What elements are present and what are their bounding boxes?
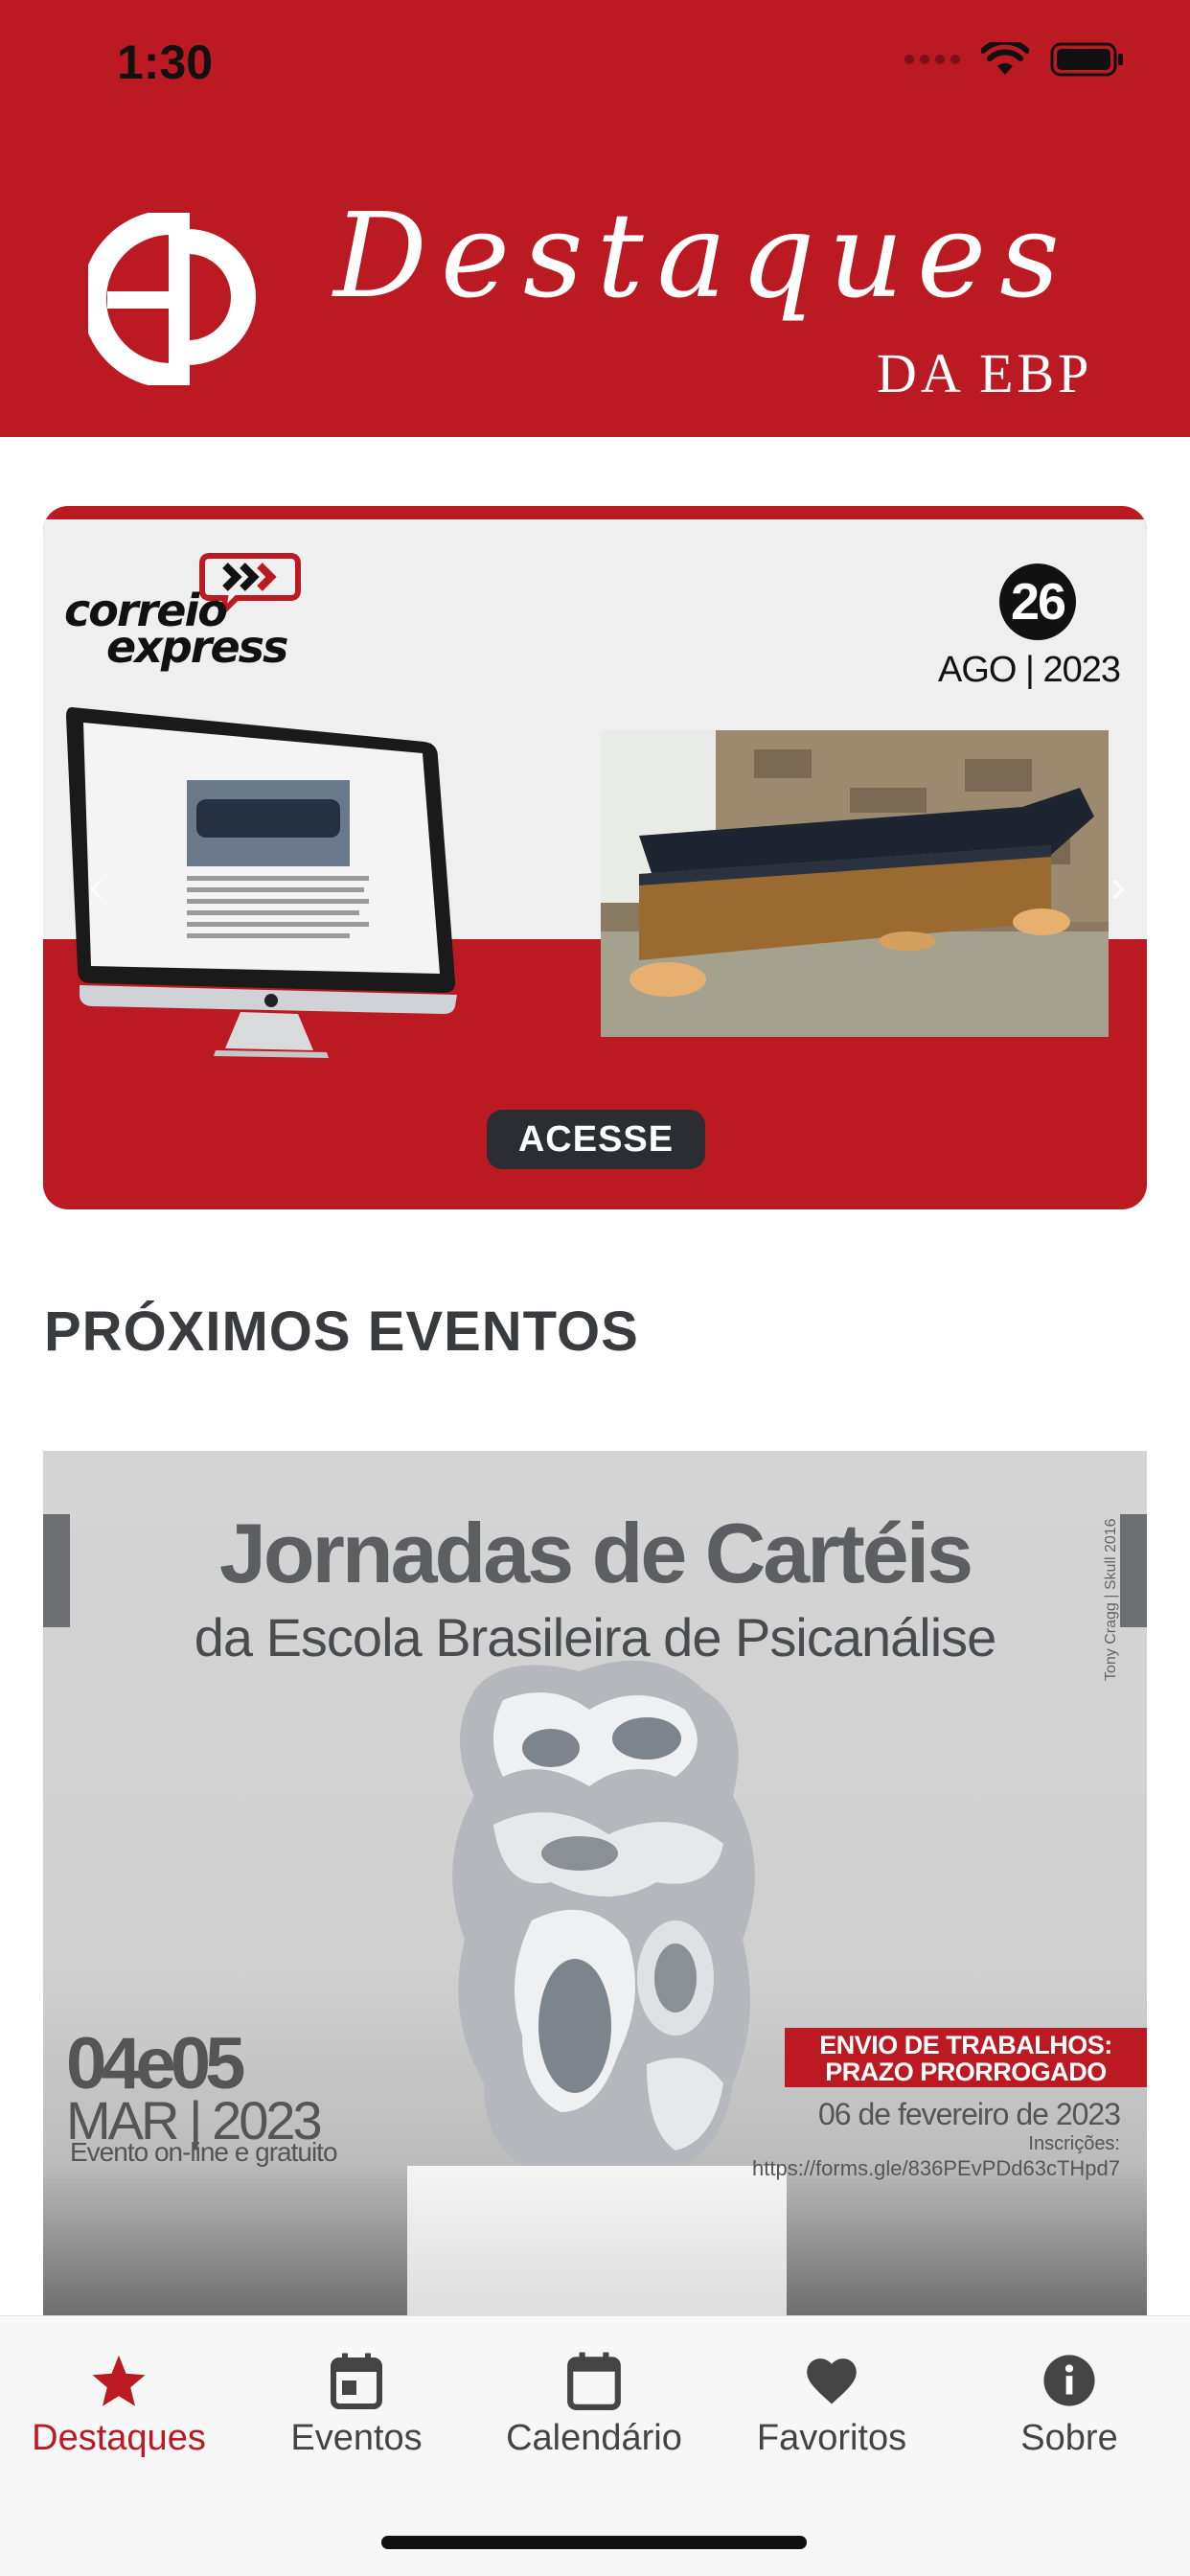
tab-label: Destaques bbox=[32, 2418, 206, 2458]
highlight-banner[interactable]: correio express 26 AGO | 2023 ‹ › ACESSE bbox=[43, 506, 1147, 1209]
banner-brand-line2: express bbox=[106, 621, 288, 673]
app-logo-title: Destaques bbox=[333, 188, 1073, 324]
event-card[interactable]: Jornadas de Cartéis da Escola Brasileira… bbox=[43, 1451, 1147, 2317]
carousel-next-icon[interactable]: › bbox=[1110, 861, 1126, 913]
event-deadline: 06 de fevereiro de 2023 bbox=[817, 2097, 1121, 2131]
event-format: Evento on-line e gratuito bbox=[70, 2137, 338, 2167]
couch-photo bbox=[601, 730, 1109, 1037]
banner-month-year: AGO | 2023 bbox=[938, 650, 1121, 690]
heart-icon bbox=[807, 2358, 857, 2404]
section-title: PRÓXIMOS EVENTOS bbox=[44, 1300, 639, 1363]
sculpture-pedestal bbox=[407, 2166, 787, 2317]
tab-label: Favoritos bbox=[756, 2418, 907, 2458]
tab-label: Calendário bbox=[506, 2418, 682, 2458]
tab-calendario[interactable]: Calendário bbox=[489, 2351, 699, 2459]
tab-sobre[interactable]: Sobre bbox=[964, 2351, 1175, 2459]
event-notice: ENVIO DE TRABALHOS: PRAZO PRORROGADO bbox=[785, 2028, 1147, 2087]
star-icon bbox=[92, 2355, 146, 2406]
battery-icon bbox=[1050, 42, 1123, 77]
tab-label: Eventos bbox=[290, 2418, 423, 2458]
status-time: 1:30 bbox=[117, 35, 214, 89]
wifi-icon bbox=[981, 42, 1029, 75]
info-icon bbox=[1043, 2355, 1095, 2406]
ebp-logo-icon bbox=[88, 213, 256, 385]
banner-day-badge: 26 bbox=[999, 564, 1076, 640]
event-artwork-credit: Tony Cragg | Skull 2016 bbox=[1103, 1518, 1119, 1681]
calendar-icon bbox=[567, 2352, 621, 2410]
home-indicator[interactable] bbox=[381, 2536, 807, 2549]
signal-icon bbox=[904, 55, 960, 64]
calendar-event-icon bbox=[331, 2353, 382, 2409]
carousel-prev-icon[interactable]: ‹ bbox=[89, 861, 104, 913]
tab-favoritos[interactable]: Favoritos bbox=[726, 2351, 937, 2459]
acesse-button[interactable]: ACESSE bbox=[487, 1110, 705, 1169]
tab-label: Sobre bbox=[1020, 2418, 1118, 2458]
event-registration-label: Inscrições: bbox=[1028, 2133, 1120, 2154]
tab-destaques[interactable]: Destaques bbox=[13, 2351, 224, 2459]
event-title: Jornadas de Cartéis bbox=[218, 1506, 973, 1600]
event-registration-url: https://forms.gle/836PEvPDd63cTHpd7 bbox=[752, 2156, 1120, 2180]
monitor-image bbox=[66, 707, 457, 1058]
status-icons bbox=[904, 42, 1125, 77]
tab-eventos[interactable]: Eventos bbox=[251, 2351, 462, 2459]
app-logo-subtitle: DA EBP bbox=[877, 342, 1093, 404]
sculpture-image bbox=[452, 1660, 755, 2170]
app-header: 1:30 Destaques DA EBP bbox=[0, 0, 1190, 437]
